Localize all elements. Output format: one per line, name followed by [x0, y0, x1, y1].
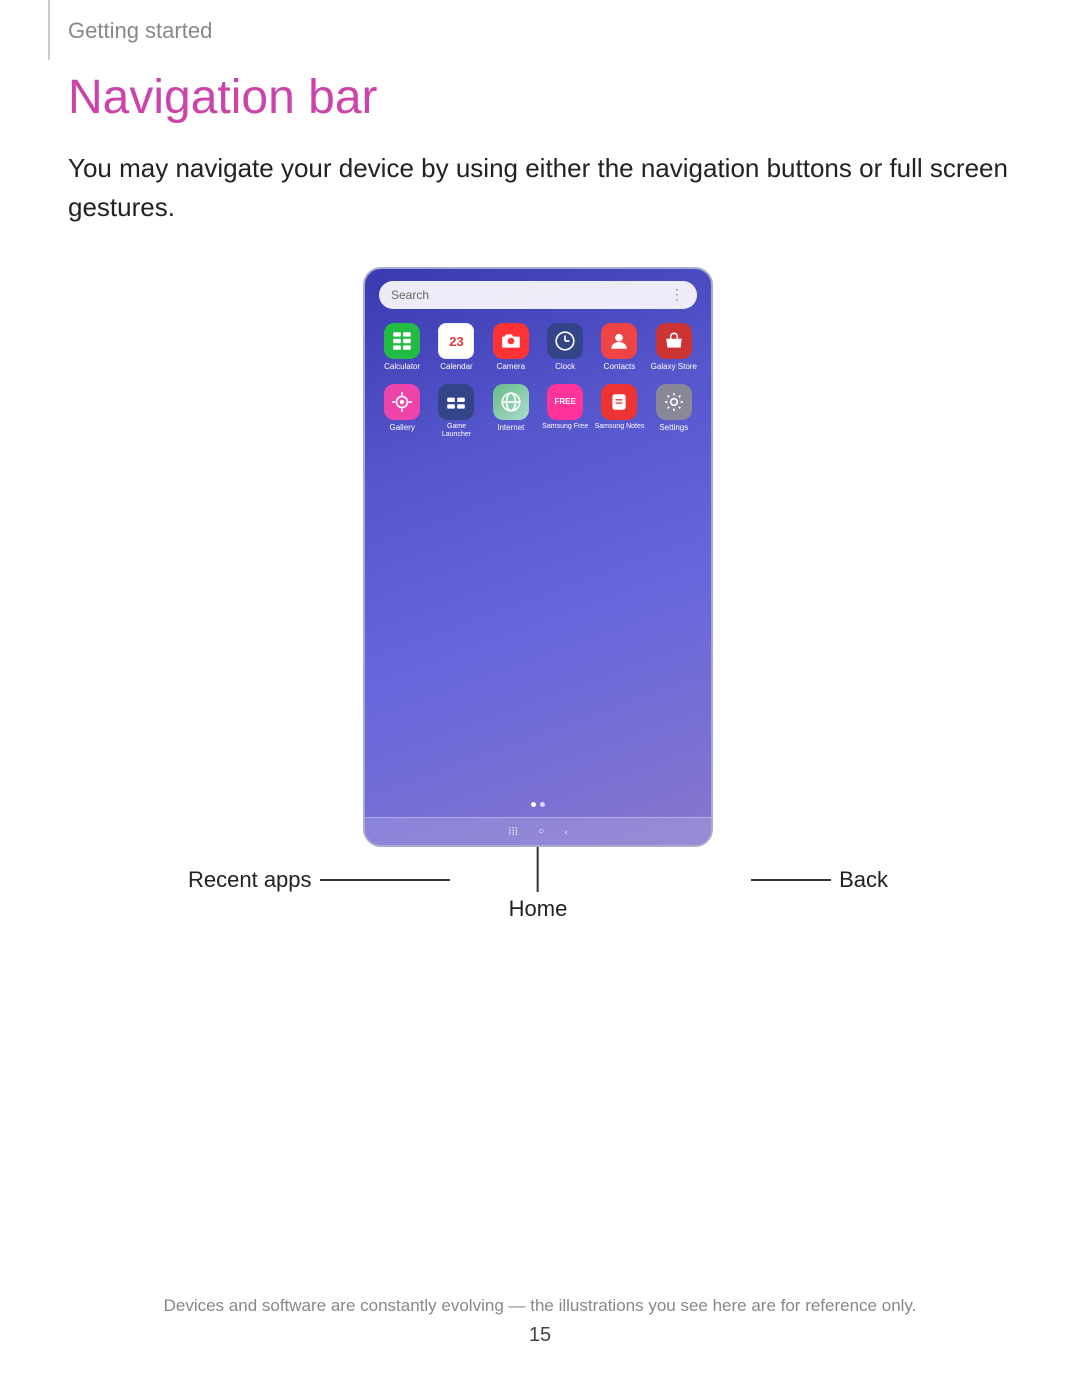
device-nav-bar: ⁞⁞⁞ ○ ‹ — [365, 817, 711, 845]
app-row-1: Calculator 23 Calendar Camera — [365, 317, 711, 378]
footer: Devices and software are constantly evol… — [0, 1296, 1080, 1347]
home-connector — [537, 847, 539, 892]
home-label: Home — [509, 896, 568, 922]
recent-apps-nav-icon: ⁞⁞⁞ — [508, 824, 518, 839]
contacts-icon — [601, 323, 637, 359]
galaxy-store-icon — [656, 323, 692, 359]
home-annotation: Home — [509, 847, 568, 922]
app-samsung-notes: Samsung Notes — [594, 384, 644, 440]
device-search-bar: Search ⋮ — [379, 281, 697, 309]
page-border — [48, 0, 50, 60]
app-game-launcher: Game Launcher — [431, 384, 481, 440]
device-illustration: Search ⋮ — [68, 267, 1008, 937]
dot-2 — [540, 802, 545, 807]
page-title: Navigation bar — [68, 70, 1008, 125]
settings-icon — [656, 384, 692, 420]
search-text: Search — [391, 288, 429, 302]
recent-apps-label: Recent apps — [188, 867, 312, 893]
gallery-label: Gallery — [389, 423, 414, 433]
calendar-icon: 23 — [438, 323, 474, 359]
gallery-icon — [384, 384, 420, 420]
home-nav-icon: ○ — [538, 826, 544, 837]
app-calculator: Calculator — [377, 323, 427, 372]
back-nav-icon: ‹ — [564, 826, 568, 838]
app-row-2: Gallery Game Launcher — [365, 378, 711, 446]
back-annotation: Back — [751, 867, 888, 893]
app-galaxy-store: Galaxy Store — [649, 323, 699, 372]
calendar-label: Calendar — [440, 362, 472, 372]
recent-apps-connector — [320, 879, 450, 881]
settings-label: Settings — [659, 423, 688, 433]
camera-icon — [493, 323, 529, 359]
app-contacts: Contacts — [594, 323, 644, 372]
galaxy-store-label: Galaxy Store — [651, 362, 697, 372]
game-launcher-label: Game Launcher — [431, 423, 481, 440]
calculator-icon — [384, 323, 420, 359]
samsung-notes-icon — [601, 384, 637, 420]
page-dots — [531, 802, 545, 807]
search-options-icon: ⋮ — [670, 287, 685, 304]
app-settings: Settings — [649, 384, 699, 440]
game-launcher-icon — [438, 384, 474, 420]
device-spacer — [365, 445, 711, 817]
internet-label: Internet — [497, 423, 524, 433]
calculator-label: Calculator — [384, 362, 420, 372]
app-camera: Camera — [486, 323, 536, 372]
app-calendar: 23 Calendar — [431, 323, 481, 372]
footer-note: Devices and software are constantly evol… — [0, 1296, 1080, 1316]
description-text: You may navigate your device by using ei… — [68, 149, 1008, 227]
camera-label: Camera — [497, 362, 525, 372]
app-internet: Internet — [486, 384, 536, 440]
clock-icon — [547, 323, 583, 359]
main-content: Navigation bar You may navigate your dev… — [68, 70, 1008, 937]
back-connector — [751, 879, 831, 881]
app-clock: Clock — [540, 323, 590, 372]
samsung-notes-label: Samsung Notes — [595, 423, 645, 431]
app-samsung-free: FREE Samsung Free — [540, 384, 590, 440]
device-frame: Search ⋮ — [363, 267, 713, 847]
contacts-label: Contacts — [604, 362, 636, 372]
app-gallery: Gallery — [377, 384, 427, 440]
recent-apps-annotation: Recent apps — [188, 867, 450, 893]
samsung-free-icon: FREE — [547, 384, 583, 420]
internet-icon — [493, 384, 529, 420]
samsung-free-label: Samsung Free — [542, 423, 588, 431]
back-label: Back — [839, 867, 888, 893]
dot-1 — [531, 802, 536, 807]
breadcrumb: Getting started — [68, 18, 212, 44]
clock-label: Clock — [555, 362, 575, 372]
footer-page-number: 15 — [0, 1324, 1080, 1347]
